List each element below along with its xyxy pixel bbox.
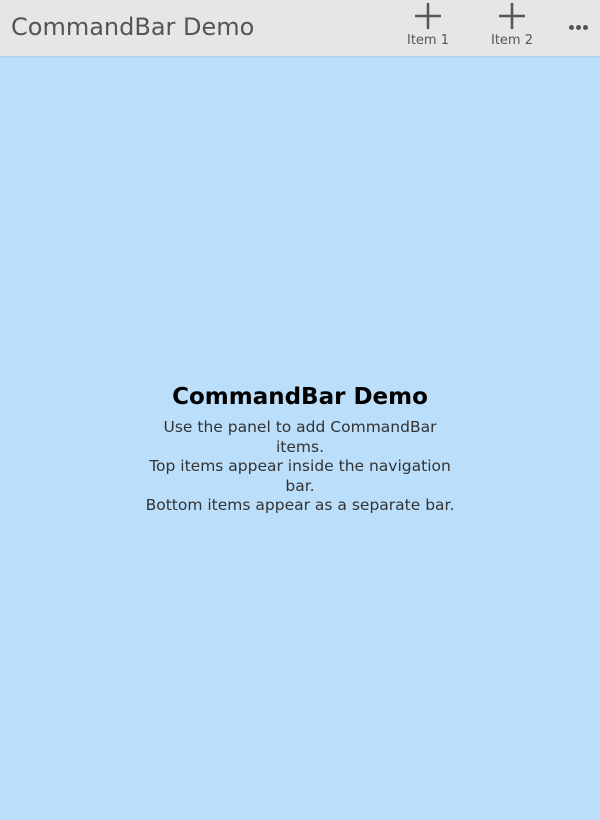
plus-icon [415, 3, 441, 29]
more-options-button[interactable] [562, 12, 594, 42]
navigation-bar: CommandBar Demo Item 1 Item 2 [0, 0, 600, 56]
app-window: CommandBar Demo Item 1 Item 2 CommandBar… [0, 0, 600, 820]
command-item-2-button[interactable]: Item 2 [477, 0, 547, 56]
content-description: Use the panel to add CommandBar items. T… [140, 418, 460, 516]
command-item-1-label: Item 1 [407, 33, 449, 48]
command-item-2-label: Item 2 [491, 33, 533, 48]
content-title: CommandBar Demo [172, 384, 428, 410]
command-item-1-button[interactable]: Item 1 [393, 0, 463, 56]
nav-title: CommandBar Demo [11, 13, 255, 41]
main-content: CommandBar Demo Use the panel to add Com… [0, 382, 600, 516]
description-line: Top items appear inside the navigation b… [149, 457, 451, 495]
plus-icon [499, 3, 525, 29]
description-line: Bottom items appear as a separate bar. [145, 496, 455, 514]
description-line: Use the panel to add CommandBar items. [163, 418, 437, 456]
more-horizontal-icon [569, 25, 589, 30]
